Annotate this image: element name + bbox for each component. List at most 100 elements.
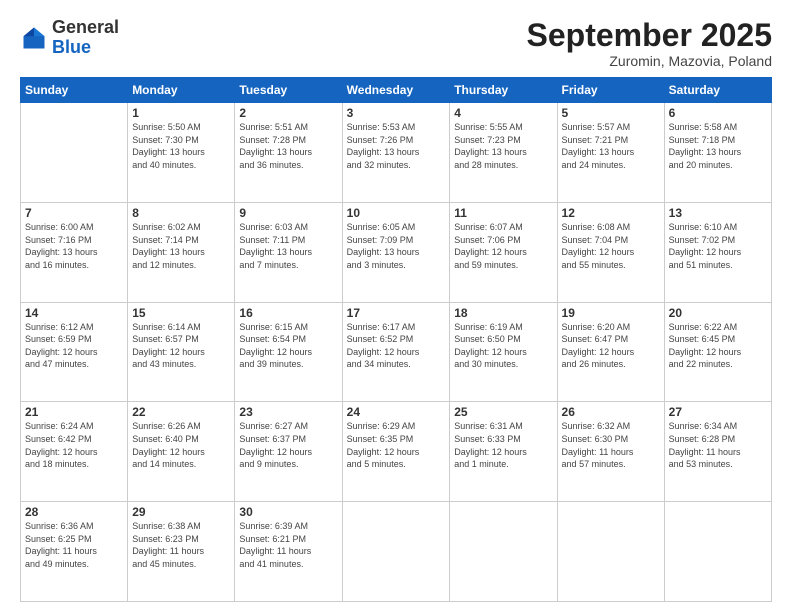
day-info: Sunrise: 6:12 AMSunset: 6:59 PMDaylight:… [25, 321, 123, 371]
calendar-cell: 20Sunrise: 6:22 AMSunset: 6:45 PMDayligh… [664, 302, 771, 402]
calendar-cell: 25Sunrise: 6:31 AMSunset: 6:33 PMDayligh… [450, 402, 557, 502]
calendar-cell: 1Sunrise: 5:50 AMSunset: 7:30 PMDaylight… [128, 103, 235, 203]
day-number: 17 [347, 306, 446, 320]
col-wednesday: Wednesday [342, 78, 450, 103]
day-info: Sunrise: 6:20 AMSunset: 6:47 PMDaylight:… [562, 321, 660, 371]
calendar-cell: 24Sunrise: 6:29 AMSunset: 6:35 PMDayligh… [342, 402, 450, 502]
day-info: Sunrise: 5:51 AMSunset: 7:28 PMDaylight:… [239, 121, 337, 171]
calendar-week-2: 7Sunrise: 6:00 AMSunset: 7:16 PMDaylight… [21, 202, 772, 302]
day-number: 16 [239, 306, 337, 320]
day-info: Sunrise: 6:10 AMSunset: 7:02 PMDaylight:… [669, 221, 767, 271]
day-info: Sunrise: 6:29 AMSunset: 6:35 PMDaylight:… [347, 420, 446, 470]
col-monday: Monday [128, 78, 235, 103]
day-number: 7 [25, 206, 123, 220]
day-number: 8 [132, 206, 230, 220]
calendar-body: 1Sunrise: 5:50 AMSunset: 7:30 PMDaylight… [21, 103, 772, 602]
logo: General Blue [20, 18, 119, 58]
day-info: Sunrise: 6:03 AMSunset: 7:11 PMDaylight:… [239, 221, 337, 271]
col-sunday: Sunday [21, 78, 128, 103]
day-info: Sunrise: 5:57 AMSunset: 7:21 PMDaylight:… [562, 121, 660, 171]
calendar-cell: 7Sunrise: 6:00 AMSunset: 7:16 PMDaylight… [21, 202, 128, 302]
calendar-cell: 28Sunrise: 6:36 AMSunset: 6:25 PMDayligh… [21, 502, 128, 602]
day-number: 19 [562, 306, 660, 320]
day-number: 20 [669, 306, 767, 320]
calendar-cell: 5Sunrise: 5:57 AMSunset: 7:21 PMDaylight… [557, 103, 664, 203]
day-number: 4 [454, 106, 552, 120]
header: General Blue September 2025 Zuromin, Maz… [20, 18, 772, 69]
day-number: 27 [669, 405, 767, 419]
page: General Blue September 2025 Zuromin, Maz… [0, 0, 792, 612]
calendar-cell: 19Sunrise: 6:20 AMSunset: 6:47 PMDayligh… [557, 302, 664, 402]
logo-icon [20, 24, 48, 52]
calendar-week-5: 28Sunrise: 6:36 AMSunset: 6:25 PMDayligh… [21, 502, 772, 602]
calendar-cell: 6Sunrise: 5:58 AMSunset: 7:18 PMDaylight… [664, 103, 771, 203]
calendar-cell: 2Sunrise: 5:51 AMSunset: 7:28 PMDaylight… [235, 103, 342, 203]
calendar-cell: 18Sunrise: 6:19 AMSunset: 6:50 PMDayligh… [450, 302, 557, 402]
day-info: Sunrise: 6:08 AMSunset: 7:04 PMDaylight:… [562, 221, 660, 271]
day-number: 14 [25, 306, 123, 320]
day-number: 1 [132, 106, 230, 120]
calendar-cell: 23Sunrise: 6:27 AMSunset: 6:37 PMDayligh… [235, 402, 342, 502]
calendar-cell: 27Sunrise: 6:34 AMSunset: 6:28 PMDayligh… [664, 402, 771, 502]
day-info: Sunrise: 6:05 AMSunset: 7:09 PMDaylight:… [347, 221, 446, 271]
calendar-week-3: 14Sunrise: 6:12 AMSunset: 6:59 PMDayligh… [21, 302, 772, 402]
day-number: 24 [347, 405, 446, 419]
calendar-cell: 10Sunrise: 6:05 AMSunset: 7:09 PMDayligh… [342, 202, 450, 302]
day-info: Sunrise: 6:26 AMSunset: 6:40 PMDaylight:… [132, 420, 230, 470]
day-info: Sunrise: 6:27 AMSunset: 6:37 PMDaylight:… [239, 420, 337, 470]
day-number: 30 [239, 505, 337, 519]
col-saturday: Saturday [664, 78, 771, 103]
day-info: Sunrise: 6:17 AMSunset: 6:52 PMDaylight:… [347, 321, 446, 371]
calendar-cell: 16Sunrise: 6:15 AMSunset: 6:54 PMDayligh… [235, 302, 342, 402]
calendar-week-4: 21Sunrise: 6:24 AMSunset: 6:42 PMDayligh… [21, 402, 772, 502]
day-number: 29 [132, 505, 230, 519]
day-info: Sunrise: 6:24 AMSunset: 6:42 PMDaylight:… [25, 420, 123, 470]
logo-general-text: General [52, 17, 119, 37]
calendar-cell [342, 502, 450, 602]
day-info: Sunrise: 6:00 AMSunset: 7:16 PMDaylight:… [25, 221, 123, 271]
day-info: Sunrise: 6:07 AMSunset: 7:06 PMDaylight:… [454, 221, 552, 271]
day-info: Sunrise: 5:50 AMSunset: 7:30 PMDaylight:… [132, 121, 230, 171]
calendar-cell: 3Sunrise: 5:53 AMSunset: 7:26 PMDaylight… [342, 103, 450, 203]
day-info: Sunrise: 6:02 AMSunset: 7:14 PMDaylight:… [132, 221, 230, 271]
calendar-cell [664, 502, 771, 602]
col-friday: Friday [557, 78, 664, 103]
calendar-cell: 13Sunrise: 6:10 AMSunset: 7:02 PMDayligh… [664, 202, 771, 302]
day-info: Sunrise: 6:19 AMSunset: 6:50 PMDaylight:… [454, 321, 552, 371]
calendar-cell: 11Sunrise: 6:07 AMSunset: 7:06 PMDayligh… [450, 202, 557, 302]
calendar-cell: 12Sunrise: 6:08 AMSunset: 7:04 PMDayligh… [557, 202, 664, 302]
day-number: 11 [454, 206, 552, 220]
calendar-week-1: 1Sunrise: 5:50 AMSunset: 7:30 PMDaylight… [21, 103, 772, 203]
calendar-cell: 15Sunrise: 6:14 AMSunset: 6:57 PMDayligh… [128, 302, 235, 402]
calendar-cell: 22Sunrise: 6:26 AMSunset: 6:40 PMDayligh… [128, 402, 235, 502]
calendar-cell: 30Sunrise: 6:39 AMSunset: 6:21 PMDayligh… [235, 502, 342, 602]
calendar-table: Sunday Monday Tuesday Wednesday Thursday… [20, 77, 772, 602]
day-info: Sunrise: 6:36 AMSunset: 6:25 PMDaylight:… [25, 520, 123, 570]
col-thursday: Thursday [450, 78, 557, 103]
logo-blue-text: Blue [52, 37, 91, 57]
month-title: September 2025 [527, 18, 772, 53]
day-number: 26 [562, 405, 660, 419]
day-number: 25 [454, 405, 552, 419]
day-number: 10 [347, 206, 446, 220]
day-number: 23 [239, 405, 337, 419]
title-block: September 2025 Zuromin, Mazovia, Poland [527, 18, 772, 69]
calendar-cell: 14Sunrise: 6:12 AMSunset: 6:59 PMDayligh… [21, 302, 128, 402]
day-number: 9 [239, 206, 337, 220]
calendar-cell: 8Sunrise: 6:02 AMSunset: 7:14 PMDaylight… [128, 202, 235, 302]
day-number: 13 [669, 206, 767, 220]
day-info: Sunrise: 6:38 AMSunset: 6:23 PMDaylight:… [132, 520, 230, 570]
calendar-cell: 29Sunrise: 6:38 AMSunset: 6:23 PMDayligh… [128, 502, 235, 602]
calendar-cell: 21Sunrise: 6:24 AMSunset: 6:42 PMDayligh… [21, 402, 128, 502]
logo-text: General Blue [52, 18, 119, 58]
day-info: Sunrise: 6:22 AMSunset: 6:45 PMDaylight:… [669, 321, 767, 371]
day-number: 18 [454, 306, 552, 320]
day-number: 6 [669, 106, 767, 120]
day-info: Sunrise: 5:53 AMSunset: 7:26 PMDaylight:… [347, 121, 446, 171]
subtitle: Zuromin, Mazovia, Poland [527, 53, 772, 69]
day-number: 5 [562, 106, 660, 120]
day-number: 2 [239, 106, 337, 120]
day-info: Sunrise: 6:31 AMSunset: 6:33 PMDaylight:… [454, 420, 552, 470]
day-info: Sunrise: 6:15 AMSunset: 6:54 PMDaylight:… [239, 321, 337, 371]
calendar-cell: 9Sunrise: 6:03 AMSunset: 7:11 PMDaylight… [235, 202, 342, 302]
